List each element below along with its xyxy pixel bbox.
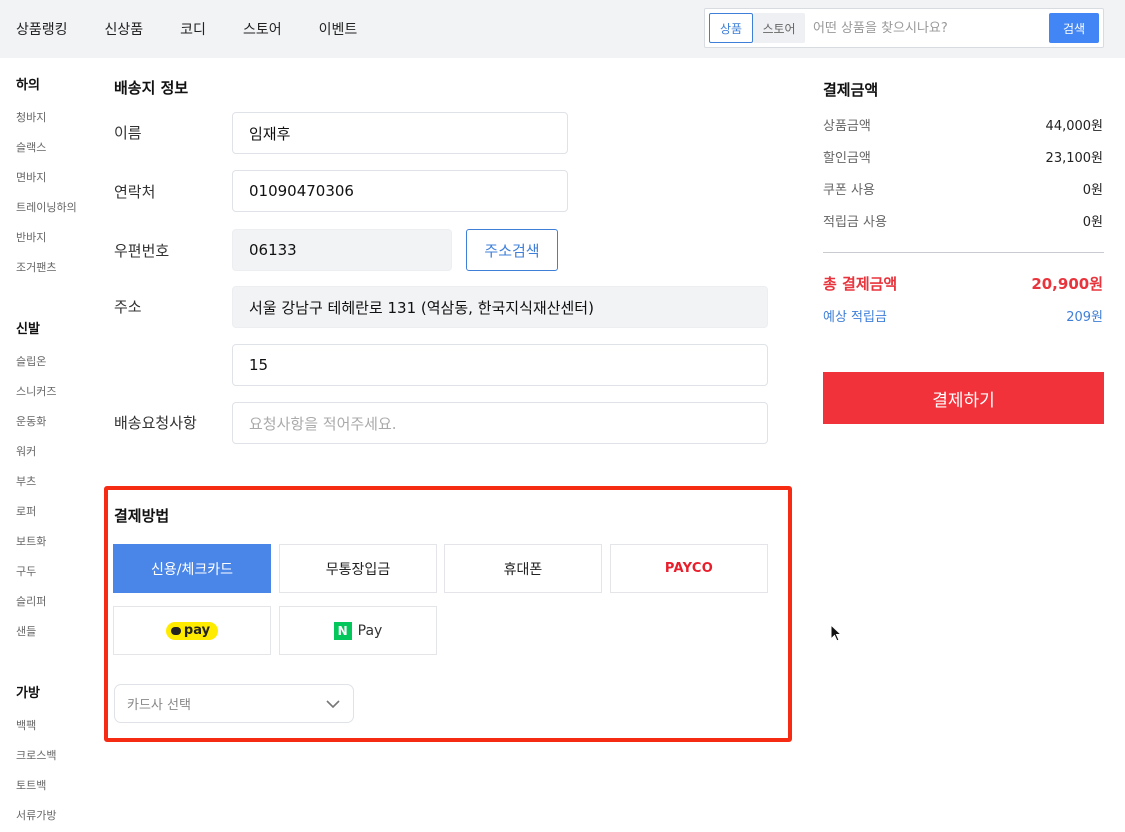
- sidebar-item[interactable]: 스니커즈: [16, 383, 56, 399]
- sidebar-item[interactable]: 부츠: [16, 473, 36, 489]
- sidebar-item[interactable]: 운동화: [16, 413, 46, 429]
- name-field[interactable]: 임재후: [232, 112, 568, 154]
- name-label: 이름: [114, 124, 142, 142]
- sidebar-item[interactable]: 서류가방: [16, 807, 56, 823]
- top-bar: 상품랭킹 신상품 코디 스토어 이벤트 상품 스토어 검색: [0, 0, 1125, 58]
- summary-row-label: 적립금 사용: [823, 215, 887, 230]
- search-input[interactable]: [813, 13, 1043, 43]
- address-detail-field[interactable]: 15: [232, 344, 768, 386]
- expected-points-label: 예상 적립금: [823, 310, 887, 325]
- sidebar-item[interactable]: 조거팬츠: [16, 259, 56, 275]
- chevron-down-icon: [326, 700, 340, 709]
- kakao-bubble-icon: [170, 626, 181, 635]
- search-button[interactable]: 검색: [1049, 13, 1099, 43]
- sidebar-item[interactable]: 슬립온: [16, 353, 46, 369]
- payco-logo: PAYCO: [664, 561, 714, 576]
- category-title-shoes: 신발: [16, 322, 40, 337]
- sidebar-item[interactable]: 면바지: [16, 169, 46, 185]
- total-amount-label: 총 결제금액: [823, 275, 898, 293]
- npay-logo: N Pay: [333, 621, 383, 640]
- summary-row-value: 0원: [1082, 183, 1103, 198]
- sidebar-item[interactable]: 샌들: [16, 623, 36, 639]
- nav-item-store[interactable]: 스토어: [243, 19, 282, 39]
- category-title-bottoms: 하의: [16, 78, 40, 93]
- pay-option-phone[interactable]: 휴대폰: [444, 544, 602, 593]
- zip-field: 06133: [232, 229, 452, 271]
- nav-item-coordi[interactable]: 코디: [180, 19, 206, 39]
- summary-row-label: 쿠폰 사용: [823, 183, 875, 198]
- summary-row-value: 44,000원: [1045, 119, 1103, 134]
- phone-field[interactable]: 01090470306: [232, 170, 568, 212]
- search-box: 상품 스토어 검색: [704, 8, 1104, 48]
- kakaopay-label: pay: [183, 623, 211, 638]
- sidebar-item[interactable]: 토트백: [16, 777, 46, 793]
- npay-label: Pay: [357, 622, 383, 639]
- sidebar-item[interactable]: 크로스백: [16, 747, 56, 763]
- nav-item-new[interactable]: 신상품: [105, 19, 144, 39]
- mouse-cursor-icon: [830, 624, 843, 642]
- summary-title: 결제금액: [823, 81, 879, 99]
- request-label: 배송요청사항: [114, 414, 197, 432]
- nav-item-event[interactable]: 이벤트: [319, 19, 358, 39]
- main-nav: 상품랭킹 신상품 코디 스토어 이벤트: [0, 0, 378, 58]
- summary-row-label: 상품금액: [823, 119, 871, 134]
- naver-n-icon: N: [333, 621, 352, 640]
- sidebar-item[interactable]: 백팩: [16, 717, 36, 733]
- address-label: 주소: [114, 298, 142, 316]
- nav-item-ranking[interactable]: 상품랭킹: [16, 19, 68, 39]
- expected-points-value: 209원: [1066, 310, 1103, 325]
- summary-row-value: 23,100원: [1045, 151, 1103, 166]
- summary-row-label: 할인금액: [823, 151, 871, 166]
- search-tab-product[interactable]: 상품: [709, 13, 753, 43]
- card-company-select[interactable]: 카드사 선택: [114, 684, 354, 723]
- pay-option-bank-transfer[interactable]: 무통장입금: [279, 544, 437, 593]
- pay-option-payco[interactable]: PAYCO: [610, 544, 768, 593]
- pay-option-npay[interactable]: N Pay: [279, 606, 437, 655]
- sidebar-item[interactable]: 반바지: [16, 229, 46, 245]
- request-field[interactable]: 요청사항을 적어주세요.: [232, 402, 768, 444]
- phone-label: 연락처: [114, 183, 156, 201]
- zip-label: 우편번호: [114, 242, 170, 260]
- card-select-placeholder: 카드사 선택: [127, 698, 191, 713]
- sidebar-item[interactable]: 구두: [16, 563, 36, 579]
- kakaopay-logo: pay: [165, 621, 219, 640]
- category-title-bags: 가방: [16, 686, 40, 701]
- sidebar-item[interactable]: 트레이닝하의: [16, 199, 77, 215]
- sidebar-item[interactable]: 보트화: [16, 533, 46, 549]
- sidebar-item[interactable]: 슬리퍼: [16, 593, 46, 609]
- shipping-title: 배송지 정보: [114, 79, 189, 97]
- address-search-button[interactable]: 주소검색: [466, 229, 558, 271]
- sidebar-item[interactable]: 워커: [16, 443, 36, 459]
- checkout-button[interactable]: 결제하기: [823, 372, 1104, 424]
- total-amount-value: 20,900원: [1031, 275, 1103, 293]
- sidebar-item[interactable]: 슬랙스: [16, 139, 46, 155]
- pay-option-kakaopay[interactable]: pay: [113, 606, 271, 655]
- summary-row-value: 0원: [1082, 215, 1103, 230]
- payment-method-title: 결제방법: [114, 507, 170, 525]
- summary-divider: [823, 252, 1104, 253]
- sidebar-item[interactable]: 청바지: [16, 109, 46, 125]
- search-tab-store[interactable]: 스토어: [753, 13, 805, 43]
- address-field: 서울 강남구 테헤란로 131 (역삼동, 한국지식재산센터): [232, 286, 768, 328]
- pay-option-card[interactable]: 신용/체크카드: [113, 544, 271, 593]
- sidebar-item[interactable]: 로퍼: [16, 503, 36, 519]
